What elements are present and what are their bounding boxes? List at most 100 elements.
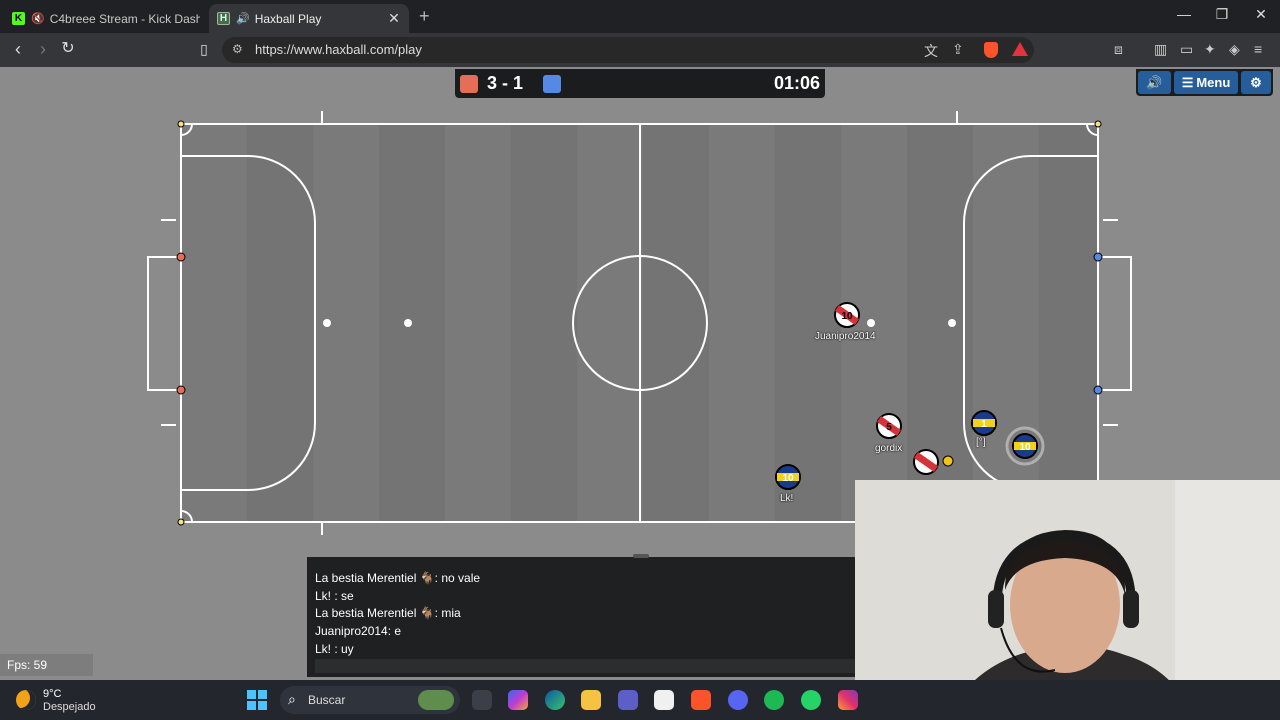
red-team-indicator [460,75,478,93]
instagram-icon[interactable] [838,690,858,710]
search-label: Buscar [308,693,346,707]
forward-arrow-icon[interactable]: › [33,40,53,58]
player-number: 10 [841,311,853,322]
fps-counter: Fps: 59 [0,654,93,676]
edge-icon[interactable] [545,690,565,710]
microsoft-store-icon[interactable] [654,690,674,710]
vpn-icon[interactable]: ◈ [1229,41,1240,58]
browser-toolbar: ‹ › ↻ ▯ ⚙ https://www.haxball.com/play 文… [0,33,1280,67]
windows-logo-tile [247,701,256,710]
penalty-spot [404,319,412,327]
match-timer: 01:06 [773,73,820,93]
gear-icon: ⚙ [1250,74,1262,90]
tab-title: C4breee Stream - Kick Dashboard [49,11,200,26]
penalty-spot [323,319,331,327]
windows-logo-tile [258,701,267,710]
minimize-button[interactable]: — [1172,6,1196,22]
blue-goal-post [1093,252,1103,262]
brave-shield-icon[interactable] [984,42,998,58]
player-name: [°] [976,437,986,448]
share-icon[interactable]: ⇪ [952,41,964,58]
corner-post [1094,120,1102,128]
windows-logo-tile [258,690,267,699]
sidebar-icon[interactable]: ▥ [1154,41,1167,58]
ball [942,455,954,467]
search-highlight-image [418,690,454,710]
weather-condition[interactable]: Despejado [43,701,96,713]
right-goal [1097,256,1132,391]
taskbar-search[interactable]: ⌕ Buscar [280,686,460,714]
back-arrow-icon[interactable]: ‹ [8,40,28,58]
player-red-gordix: 5 [876,413,902,439]
speaker-icon: 🔊 [1146,74,1163,90]
windows-logo-tile [247,690,256,699]
reload-icon[interactable]: ↻ [58,40,78,58]
screenshot-icon[interactable]: ⧈ [1114,41,1123,58]
start-button[interactable] [247,690,267,710]
weather-temperature[interactable]: 9°C [43,688,61,700]
player-name: gordix [875,443,903,454]
penalty-spot [948,319,956,327]
brave-browser-icon[interactable] [691,690,711,710]
url-text[interactable]: https://www.haxball.com/play [255,42,422,57]
player-number: 10 [782,473,794,484]
chat-message: Juanipro2014: e [315,624,402,638]
corner-post [177,120,185,128]
task-view-icon[interactable] [472,690,492,710]
player-number: 1 [981,419,987,430]
player-number: 10 [1019,442,1031,453]
scoreboard: 3 - 1 01:06 [455,69,825,98]
bookmark-icon[interactable]: ▯ [194,40,214,58]
site-info-icon[interactable]: ⚙ [232,42,243,56]
player-blue-bracket: 1 [971,410,997,436]
haxball-favicon-icon: H [217,12,230,25]
new-tab-button[interactable]: + [419,6,430,27]
red-goal-post [176,385,186,395]
menu-button[interactable]: ☰ Menu [1174,71,1238,94]
wallet-icon[interactable]: ▭ [1180,41,1193,58]
close-window-button[interactable]: ✕ [1249,6,1273,23]
address-bar[interactable]: ⚙ https://www.haxball.com/play 文 ⇪ [222,37,1034,63]
player-blue-controlled: 10 [1005,426,1045,466]
muted-speaker-icon[interactable]: 🔇 [31,12,45,25]
kick-favicon-icon: K [12,12,25,25]
file-explorer-icon[interactable] [581,690,601,710]
moon-weather-icon[interactable] [16,690,36,710]
speaker-icon[interactable]: 🔊 [236,12,250,25]
settings-button[interactable]: ⚙ [1241,71,1271,94]
spotify-icon[interactable] [764,690,784,710]
penalty-spot [867,319,875,327]
chat-input[interactable] [315,659,855,673]
chat-message: Lk! : uy [315,642,354,656]
game-controls: 🔊 ☰ Menu ⚙ [1136,69,1273,96]
close-tab-icon[interactable]: ✕ [385,10,403,27]
tab-title: Haxball Play [254,11,322,26]
teams-icon[interactable] [618,690,638,710]
chat-message: Lk! : se [315,589,354,603]
ai-assistant-icon[interactable]: ✦ [1204,41,1216,58]
tab-kick-dashboard[interactable]: K 🔇 C4breee Stream - Kick Dashboard [4,4,200,33]
copilot-icon[interactable] [508,690,528,710]
sound-button[interactable]: 🔊 [1138,71,1171,94]
tab-haxball-play[interactable]: H 🔊 Haxball Play ✕ [209,4,409,33]
brave-rewards-icon[interactable] [1012,42,1028,56]
whatsapp-icon[interactable] [801,690,821,710]
haxball-game-area[interactable]: 10 5 10 1 10 Juanipro2014 gordix Lk! [°]… [0,67,1280,720]
restore-button[interactable]: ❐ [1210,6,1234,23]
corner-post [177,518,185,526]
chat-resize-handle[interactable] [633,554,649,558]
player-number: 5 [886,422,892,433]
player-red-unnamed [913,449,939,475]
chat-panel: La bestia Merentiel 🐐: no vale Lk! : se … [307,554,855,677]
browser-menu-icon[interactable]: ≡ [1254,41,1262,57]
translate-icon[interactable]: 文 [924,41,938,61]
chat-message: La bestia Merentiel 🐐: mia [315,606,461,620]
menu-label: Menu [1196,75,1231,90]
player-name: Juanipro2014 [815,331,876,342]
left-goal [147,256,182,391]
player-name: Lk! [780,493,794,504]
player-blue-lk: 10 [775,464,801,490]
discord-icon[interactable] [728,690,748,710]
player-red-juanipro2014: 10 [834,302,860,328]
search-icon: ⌕ [288,691,296,707]
